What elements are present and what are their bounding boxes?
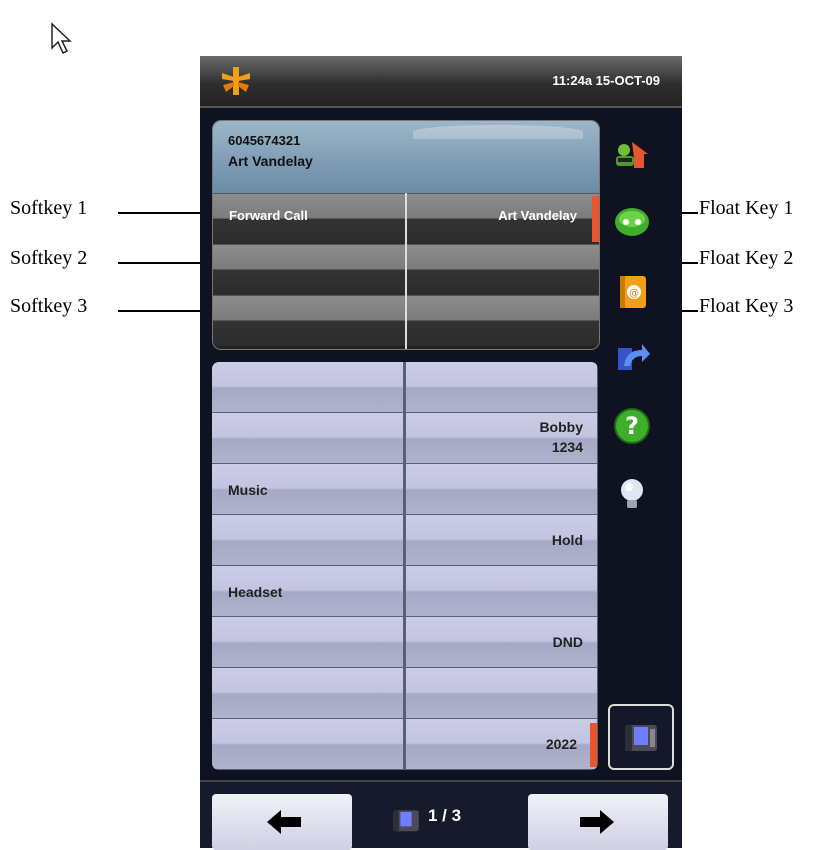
prog-key-right-8-indicator xyxy=(590,723,597,767)
caller-header: 6045674321 Art Vandelay xyxy=(213,121,599,193)
mouse-cursor-icon xyxy=(51,22,72,55)
prog-key-left-6[interactable] xyxy=(212,617,403,667)
softkey-2[interactable] xyxy=(213,244,405,295)
phone-screen: 11:24a 15-OCT-09 6045674321 Art Vandelay… xyxy=(200,56,682,850)
status-clock: 11:24a 15-OCT-09 xyxy=(552,73,660,88)
brand-logo-icon xyxy=(222,67,250,95)
prog-key-left-1[interactable] xyxy=(212,362,403,412)
prog-key-left-3[interactable]: Music xyxy=(212,464,403,514)
float-key-3[interactable] xyxy=(407,295,599,346)
prog-key-left-4[interactable] xyxy=(212,515,403,565)
help-icon[interactable]: ? xyxy=(612,406,652,446)
prog-key-right-6[interactable]: DND xyxy=(406,617,597,667)
prog-key-right-8[interactable]: 2022 xyxy=(406,719,597,769)
bottom-navigation-bar: 1 / 3 xyxy=(200,780,682,850)
transfer-icon[interactable] xyxy=(612,338,652,378)
float-key-1-indicator xyxy=(592,196,599,242)
prog-key-right-5[interactable] xyxy=(406,566,597,616)
lightbulb-icon[interactable] xyxy=(612,474,652,514)
prog-key-right-4[interactable]: Hold xyxy=(406,515,597,565)
page-indicator: 1 / 3 xyxy=(428,806,462,825)
address-book-icon[interactable]: @ xyxy=(612,272,652,312)
float-key-1-label: Art Vandelay xyxy=(498,208,577,223)
prog-key-left-7[interactable] xyxy=(212,668,403,718)
prog-key-left-5-label: Headset xyxy=(228,584,283,600)
float-key-2[interactable] xyxy=(407,244,599,295)
prog-key-left-2[interactable] xyxy=(212,413,403,463)
call-appearance-panel: 6045674321 Art Vandelay Forward Call Art… xyxy=(212,120,600,350)
arrow-left-icon xyxy=(267,810,301,834)
programmable-keys-panel: Bobby 1234 Music Hold Headset DND 2022 xyxy=(212,362,598,770)
page-phone-icon xyxy=(393,810,419,832)
phone-view-button[interactable] xyxy=(608,704,674,770)
header-background-art xyxy=(413,125,583,139)
softkey-1[interactable]: Forward Call xyxy=(213,193,405,244)
softkey-divider xyxy=(405,193,407,349)
status-bar: 11:24a 15-OCT-09 xyxy=(200,56,682,108)
prog-key-right-2-label-line1: Bobby xyxy=(539,419,583,435)
prog-key-right-2[interactable]: Bobby 1234 xyxy=(406,413,597,463)
softkey-1-label: Forward Call xyxy=(229,208,308,223)
softkey-2-callout: Softkey 2 xyxy=(10,247,88,269)
caller-number: 6045674321 xyxy=(228,133,301,148)
prog-key-left-3-label: Music xyxy=(228,482,268,498)
caller-name: Art Vandelay xyxy=(228,153,313,169)
svg-text:@: @ xyxy=(629,288,639,299)
prog-key-right-7[interactable] xyxy=(406,668,597,718)
softkey-1-callout: Softkey 1 xyxy=(10,197,88,219)
contacts-icon[interactable] xyxy=(612,136,652,176)
prog-key-right-3[interactable] xyxy=(406,464,597,514)
prog-key-right-2-label-line2: 1234 xyxy=(551,439,583,455)
prog-key-right-4-label: Hold xyxy=(551,532,583,548)
arrow-right-icon xyxy=(580,810,614,834)
previous-page-button[interactable] xyxy=(212,794,352,850)
prog-key-right-6-label: DND xyxy=(552,634,583,650)
svg-text:?: ? xyxy=(625,412,639,440)
float-key-1-callout: Float Key 1 xyxy=(699,197,794,219)
float-key-1[interactable]: Art Vandelay xyxy=(407,193,599,244)
softkey-3[interactable] xyxy=(213,295,405,346)
prog-key-left-5[interactable]: Headset xyxy=(212,566,403,616)
prog-key-right-1[interactable] xyxy=(406,362,597,412)
softkey-3-callout: Softkey 3 xyxy=(10,295,88,317)
float-key-2-callout: Float Key 2 xyxy=(699,247,794,269)
float-key-3-callout: Float Key 3 xyxy=(699,295,794,317)
prog-key-right-8-label: 2022 xyxy=(545,736,577,752)
next-page-button[interactable] xyxy=(528,794,668,850)
desk-phone-icon xyxy=(625,725,657,751)
chat-icon[interactable] xyxy=(612,202,652,242)
prog-key-left-8[interactable] xyxy=(212,719,403,769)
